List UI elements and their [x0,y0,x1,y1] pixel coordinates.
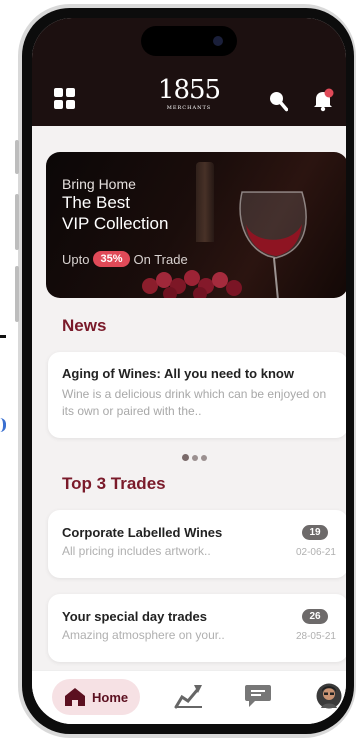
phone-side-button [15,140,19,174]
nav-home-button[interactable]: Home [52,679,140,715]
chat-icon[interactable] [244,683,272,709]
banner-line-2: The Best [62,193,131,212]
trade-date: 02-06-21 [295,547,336,558]
trade-subtitle: Amazing atmosphere on your.. [62,628,225,642]
logo-subtitle: MERCHANTS [166,105,212,111]
wine-bottle-image [196,162,214,242]
edge-mark [0,335,6,338]
news-card[interactable]: Aging of Wines: All you need to know Win… [48,352,346,438]
dynamic-island [141,26,237,56]
phone-bezel: 1855 MERCHANTS Bring Home The Best VIP C… [22,8,354,734]
phone-frame: 1855 MERCHANTS Bring Home The Best VIP C… [15,4,356,738]
news-excerpt: Wine is a delicious drink which can be e… [62,387,327,418]
promo-suffix: On Trade [133,251,188,267]
trades-section-title: Top 3 Trades [62,474,166,493]
grapes-image [142,270,242,298]
avatar[interactable] [316,683,342,709]
stage: 1855 MERCHANTS Bring Home The Best VIP C… [0,0,357,740]
carousel-dot-active[interactable] [182,454,189,461]
promo-badge: 35% [93,251,130,267]
bottom-navigation: Home [32,670,346,724]
phone-side-button [15,266,19,322]
carousel-dot[interactable] [201,454,207,461]
trade-card[interactable]: Corporate Labelled Wines All pricing inc… [48,510,346,578]
trade-title: Corporate Labelled Wines [62,525,223,540]
carousel-dots[interactable] [182,454,207,461]
trade-count-badge: 19 [302,525,328,540]
app-header: 1855 MERCHANTS [32,18,346,126]
trade-title: Your special day trades [62,609,207,624]
promo-banner[interactable]: Bring Home The Best VIP Collection Upto … [46,152,346,298]
trade-card[interactable]: Your special day trades Amazing atmosphe… [48,594,346,662]
logo-number: 1855 [157,75,221,105]
grid-icon[interactable] [54,88,76,110]
news-title: Aging of Wines: All you need to know [62,366,294,381]
banner-line-1: Bring Home [62,176,136,192]
search-icon[interactable] [268,90,288,112]
carousel-dot[interactable] [192,454,198,461]
app-screen: 1855 MERCHANTS Bring Home The Best VIP C… [32,18,346,724]
trade-subtitle: All pricing includes artwork.. [62,544,211,558]
camera [213,36,223,46]
trade-icon[interactable] [174,683,204,709]
edge-arc [0,418,6,432]
news-section-title: News [62,316,107,335]
trade-date: 28-05-21 [295,631,336,642]
nav-home-label: Home [92,689,129,705]
bell-icon[interactable] [312,88,334,112]
banner-headline: Bring Home The Best VIP Collection [62,176,168,234]
promo-prefix: Upto [62,251,90,267]
brand-logo[interactable]: 1855 MERCHANTS [157,75,221,111]
banner-line-3: VIP Collection [62,214,169,233]
trade-count-badge: 26 [302,609,328,624]
home-icon [65,688,85,706]
phone-side-button [15,194,19,250]
banner-promo: Upto 35% On Trade [62,251,188,267]
